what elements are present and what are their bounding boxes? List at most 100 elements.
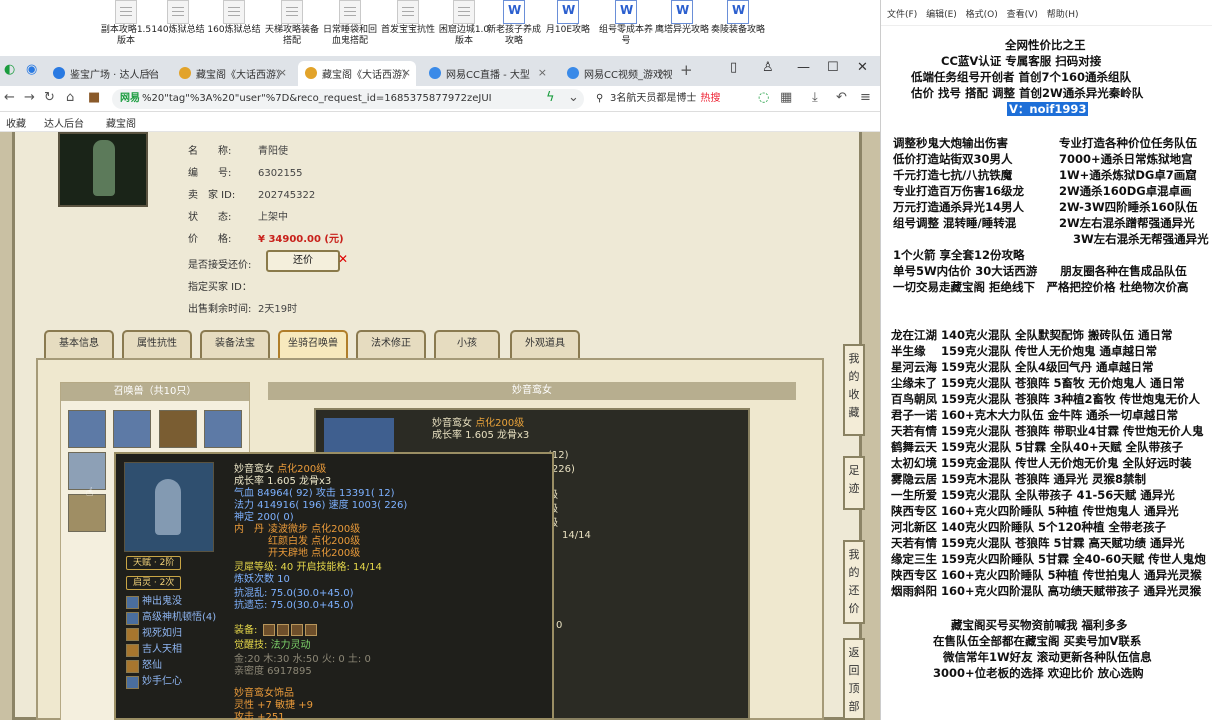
- awaken-badge: 启灵 · 2次: [126, 576, 182, 590]
- tab-cc-live[interactable]: 网易CC直播 - 大型 ×: [422, 61, 552, 86]
- address-bar[interactable]: 网易 %20"tag"%3A%20"user"%7D&reco_request_…: [112, 89, 584, 109]
- back-icon[interactable]: ←: [4, 90, 15, 105]
- tab-nav-icon[interactable]: ◉: [26, 62, 37, 77]
- pet-thumb[interactable]: [68, 494, 106, 532]
- close-icon[interactable]: ×: [658, 66, 667, 79]
- service-right: 7000+通杀日常炼狱地宫: [1059, 152, 1193, 166]
- cangbaoge-page: 名 称: 青阳使 编 号: 6302155 卖 家 ID: 202745322 状 态…: [0, 132, 880, 720]
- desktop-icon[interactable]: 日常睡袋和回血鬼搭配: [322, 0, 378, 47]
- desktop-icon[interactable]: 新老孩子养成攻略: [486, 0, 542, 47]
- desktop-icon[interactable]: 组号零成本养号: [598, 0, 654, 47]
- home-icon[interactable]: ⌂: [66, 90, 74, 105]
- tab-spells[interactable]: 法术修正: [356, 330, 426, 358]
- skill-icon-4[interactable]: 吉人天相: [126, 644, 182, 657]
- note-line: 1个火箭 享全套12份攻略: [893, 248, 1025, 262]
- back-to-top-button[interactable]: 返回顶部: [843, 638, 865, 720]
- pet-thumb[interactable]: [113, 410, 151, 448]
- desktop-icon-strip: 副本攻略1.5版本 140炼狱总结 160炼狱总结 天梯攻略装备搭配 日常睡袋和回血鬼搭…: [0, 0, 880, 56]
- name-value: 青阳使: [258, 146, 288, 157]
- tab-cc-video[interactable]: 网易CC视频_游戏视 ×: [560, 61, 672, 86]
- skill-icon-6[interactable]: 妙手仁心: [126, 676, 182, 689]
- tab-appearance[interactable]: 外观道具: [510, 330, 580, 358]
- maximize-button[interactable]: ☐: [827, 60, 839, 75]
- tab-basic-info[interactable]: 基本信息: [44, 330, 114, 358]
- equip-label: 装备:: [234, 625, 258, 636]
- my-counter-offers-button[interactable]: 我的还价: [843, 540, 865, 624]
- tab-attributes[interactable]: 属性抗性: [122, 330, 192, 358]
- desktop-icon[interactable]: 鹰塔异光攻略: [654, 0, 710, 36]
- close-window-button[interactable]: ✕: [857, 60, 868, 75]
- chevron-down-icon[interactable]: ⌄: [568, 90, 579, 105]
- sidebar-icon[interactable]: ▯: [730, 60, 737, 75]
- apps-grid-icon[interactable]: ▦: [780, 90, 792, 105]
- close-icon[interactable]: ×: [538, 66, 547, 79]
- notepad-text-area[interactable]: 全网性价比之王 CC蓝V认证 专属客服 扫码对接 低端任务组号开创者 首创7个160…: [881, 26, 1212, 720]
- bookmark-cangbaoge[interactable]: 藏宝阁: [106, 115, 136, 130]
- skill-icon-1[interactable]: 神出鬼没: [126, 596, 182, 609]
- menu-edit[interactable]: 编辑(E): [926, 7, 957, 20]
- menu-format[interactable]: 格式(O): [966, 7, 998, 20]
- desktop-icon[interactable]: 首发宝宝抗性: [380, 0, 436, 36]
- team-line: 太初幻境 159克金混队 传世人无价炮无价鬼 全队好远时装: [891, 456, 1192, 470]
- new-tab-button[interactable]: +: [680, 61, 693, 79]
- reload-icon[interactable]: ↻: [44, 90, 55, 105]
- refresh-green-icon[interactable]: ◌: [758, 90, 769, 105]
- tab-child[interactable]: 小孩: [434, 330, 500, 358]
- pet-thumb[interactable]: [159, 410, 197, 448]
- pet-detail-title: 妙音鸾女: [268, 382, 796, 400]
- tab-cangbaoge-1[interactable]: 藏宝阁《大话西游》 ×: [172, 61, 292, 86]
- id-value: 6302155: [258, 168, 303, 179]
- trail-button[interactable]: 足迹: [843, 456, 865, 510]
- desktop-icon[interactable]: 困窟边城1.0版本: [436, 0, 492, 47]
- text-file-icon: [281, 0, 303, 24]
- tooltip-name-text: 妙音鸾女: [234, 464, 274, 475]
- desktop-icon[interactable]: 奏陵装备攻略: [710, 0, 766, 36]
- wallet-icon[interactable]: ■: [88, 90, 100, 105]
- pet-thumb[interactable]: [68, 410, 106, 448]
- pet-name-text: 妙音鸾女: [432, 418, 472, 429]
- close-icon[interactable]: ×: [402, 66, 411, 79]
- forward-icon[interactable]: →: [24, 90, 35, 105]
- character-figure: [93, 140, 115, 196]
- undo-icon[interactable]: ↶: [836, 90, 847, 105]
- menu-help[interactable]: 帮助(H): [1047, 7, 1079, 20]
- bookmark-darentai[interactable]: 达人后台: [44, 115, 84, 130]
- pet-tooltip-image: [124, 462, 214, 552]
- tab-equipment[interactable]: 装备法宝: [200, 330, 270, 358]
- pet-tooltip: 妙音鸾女 点化200级 成长率 1.605 龙骨x3 气血 84964( 92)…: [114, 452, 554, 720]
- counter-offer-button[interactable]: 还价: [266, 250, 340, 272]
- footer-line: 藏宝阁买号买物资前喊我 福利多多: [951, 618, 1128, 632]
- my-favorites-button[interactable]: 我的收藏: [843, 344, 865, 436]
- tab-jianbao[interactable]: 鉴宝广场 · 达人后台 ×: [46, 61, 158, 86]
- desktop-icon[interactable]: 140炼狱总结: [150, 0, 206, 36]
- menu-file[interactable]: 文件(F): [887, 7, 917, 20]
- tab-mounts-pets[interactable]: 坐骑召唤兽: [278, 330, 348, 358]
- tab-label: 藏宝阁《大话西游》: [196, 70, 286, 81]
- lightning-icon[interactable]: ϟ: [546, 90, 555, 105]
- note-line: 一切交易走藏宝阁 拒绝线下 严格把控价格 杜绝物次价高: [893, 280, 1189, 294]
- minimize-button[interactable]: —: [797, 60, 810, 75]
- menu-view[interactable]: 查看(V): [1007, 7, 1038, 20]
- desktop-icon[interactable]: 天梯攻略装备搭配: [264, 0, 320, 47]
- close-icon[interactable]: ×: [278, 66, 287, 79]
- tab-cangbaoge-2[interactable]: 藏宝阁《大话西游》 ×: [298, 61, 416, 86]
- notepad-menubar: 文件(F) 编辑(E) 格式(O) 查看(V) 帮助(H): [881, 0, 1212, 26]
- desktop-icon[interactable]: 副本攻略1.5版本: [98, 0, 154, 47]
- desktop-icon-label: 天梯攻略装备搭配: [264, 25, 319, 46]
- bookmark-favorites[interactable]: 收藏: [6, 115, 26, 130]
- desktop-icon[interactable]: 月10E攻略: [540, 0, 596, 36]
- search-box[interactable]: ⚲ 3名航天员都是博士 热搜: [594, 89, 744, 109]
- pet-thumb[interactable]: [204, 410, 242, 448]
- word-doc-icon: [557, 0, 579, 24]
- close-icon[interactable]: ×: [144, 66, 153, 79]
- tooltip-res-2: 抗遗忘: 75.0(30.0+45.0): [234, 600, 354, 611]
- skill-icon-5[interactable]: 怒仙: [126, 660, 162, 673]
- desktop-icon[interactable]: 160炼狱总结: [206, 0, 262, 36]
- close-icon: ✕: [338, 252, 349, 266]
- skill-icon-3[interactable]: 视死如归: [126, 628, 182, 641]
- desktop-icon-label: 月10E攻略: [545, 25, 591, 35]
- shirt-icon[interactable]: ♙: [762, 60, 774, 75]
- menu-icon[interactable]: ≡: [860, 90, 871, 105]
- download-icon[interactable]: ⤓: [812, 90, 818, 105]
- skill-icon-2[interactable]: 高级神机顿悟(4): [126, 612, 216, 625]
